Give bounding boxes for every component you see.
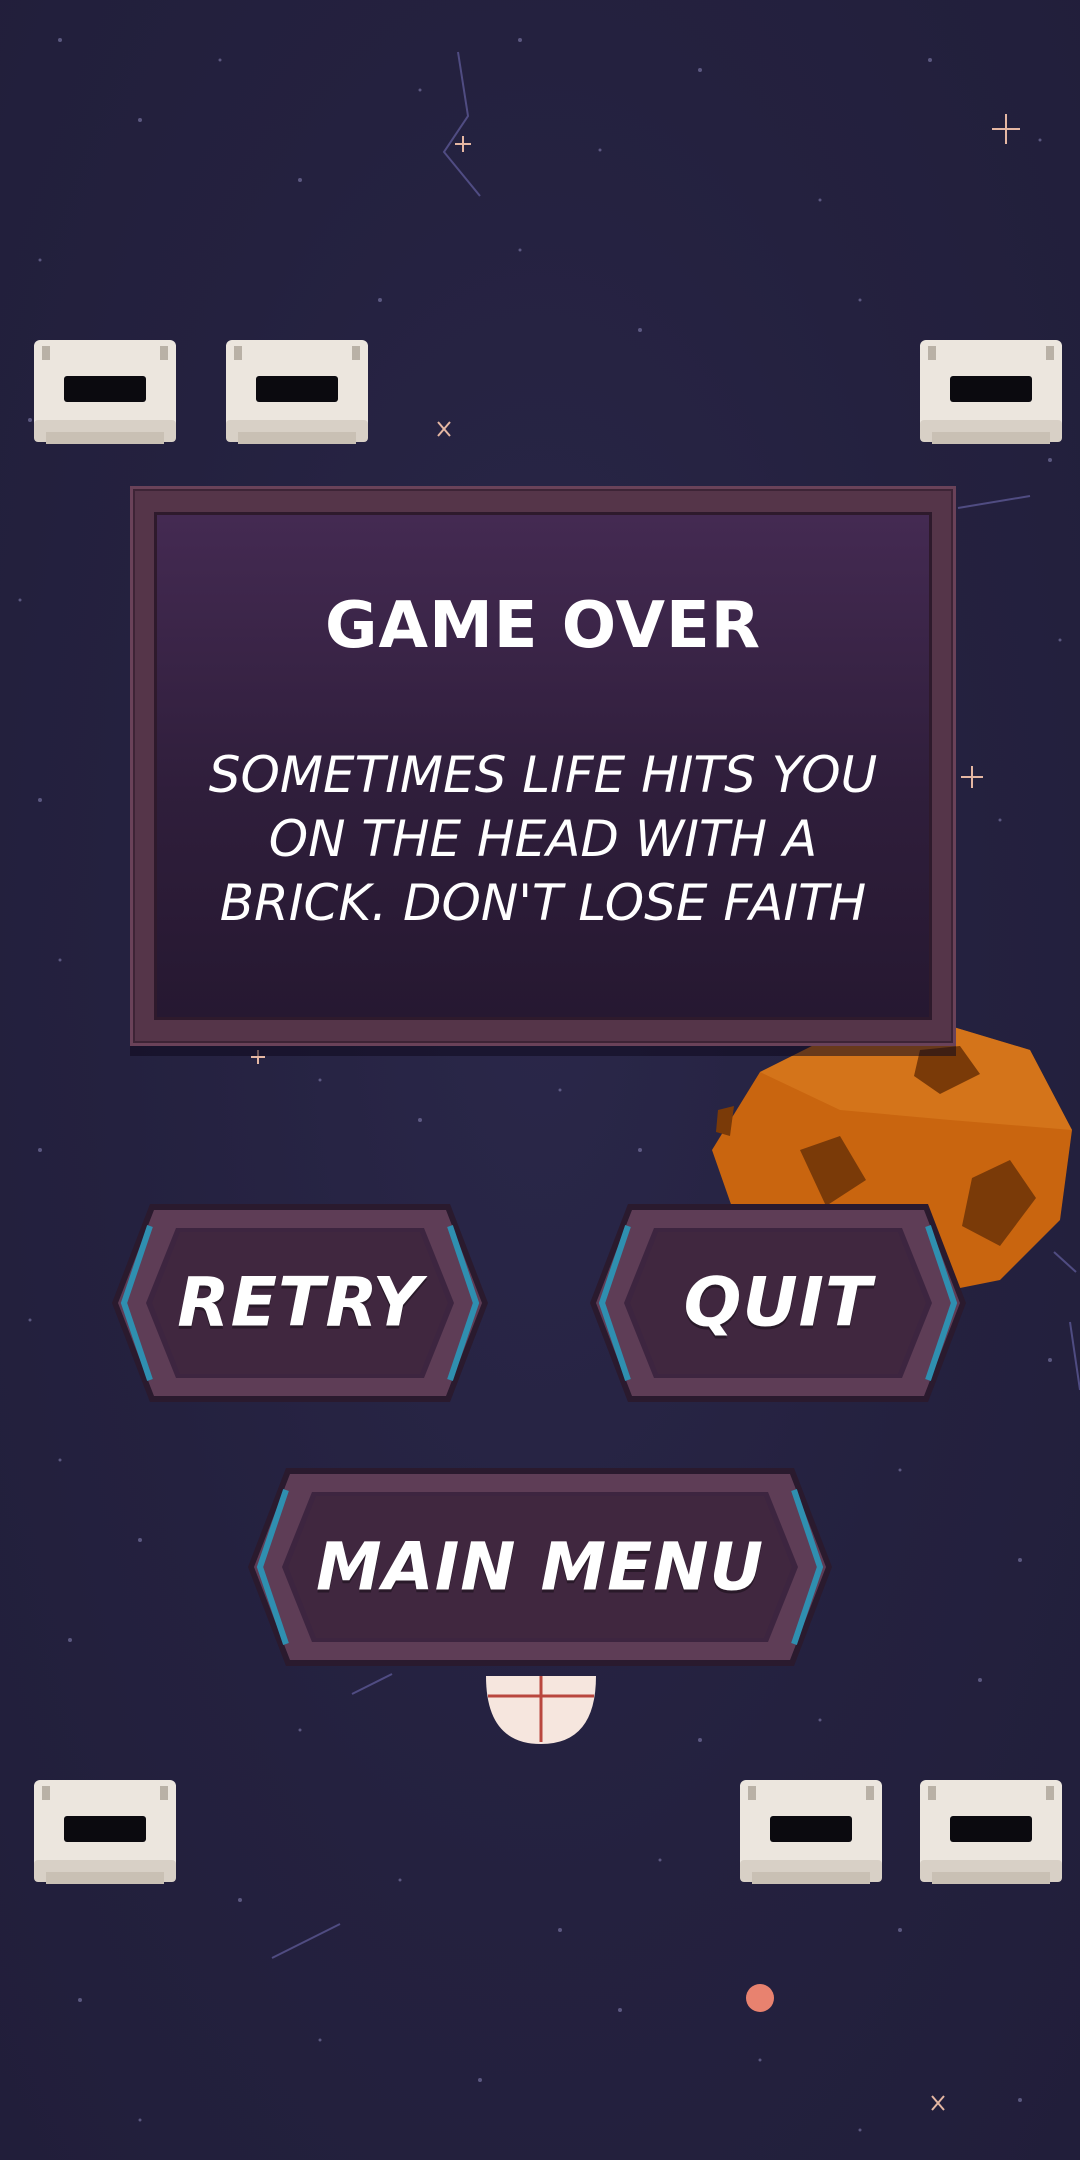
brick-icon (740, 1780, 882, 1884)
game-over-title: GAME OVER (325, 589, 761, 663)
brick-icon (920, 340, 1062, 444)
brick-icon (34, 1780, 176, 1884)
message-line: SOMETIMES LIFE HITS YOU (208, 746, 878, 804)
brick-icon (34, 340, 176, 444)
paddle-icon (486, 1676, 596, 1744)
ball-icon (746, 1984, 774, 2012)
main-menu-button-label: MAIN MENU (315, 1528, 765, 1606)
game-over-message: SOMETIMES LIFE HITS YOU ON THE HEAD WITH… (167, 743, 919, 935)
brick-icon (226, 340, 368, 444)
game-over-panel: GAME OVER SOMETIMES LIFE HITS YOU ON THE… (130, 486, 956, 1046)
quit-button-label: QUIT (683, 1263, 873, 1343)
message-line: ON THE HEAD WITH A (268, 810, 818, 868)
game-over-screen: GAME OVER SOMETIMES LIFE HITS YOU ON THE… (0, 0, 1080, 2160)
retry-button-label: RETRY (177, 1263, 423, 1343)
game-over-panel-inner: GAME OVER SOMETIMES LIFE HITS YOU ON THE… (157, 515, 929, 1017)
message-line: BRICK. DON'T LOSE FAITH (219, 874, 867, 932)
main-menu-button[interactable]: MAIN MENU (246, 1462, 834, 1672)
quit-button[interactable]: QUIT (588, 1198, 968, 1408)
retry-button[interactable]: RETRY (110, 1198, 490, 1408)
brick-icon (920, 1780, 1062, 1884)
